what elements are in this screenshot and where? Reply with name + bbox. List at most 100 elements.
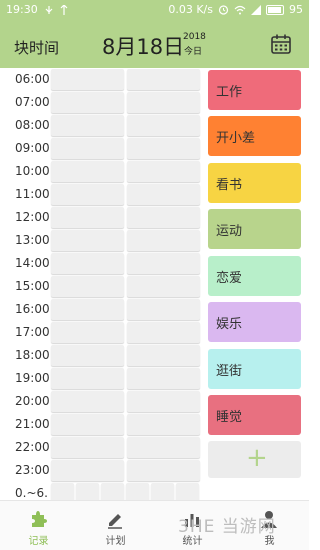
calendar-icon[interactable] [270,33,292,55]
category-label: 恋爱 [216,271,243,286]
time-slot[interactable] [51,345,124,366]
time-slot[interactable] [127,437,200,458]
category-label: 开小差 [216,131,256,146]
hour-label: 11:00 [15,187,50,201]
category-reading[interactable]: 看书 [208,163,301,203]
hour-label: 22:00 [15,440,50,454]
signal-icon [251,4,261,15]
current-year: 2018 [183,32,206,42]
time-slot[interactable] [51,299,124,320]
time-grid: 06:00 07:00 08:00 09:00 10:00 11:00 12:0… [0,68,205,504]
time-slot[interactable] [51,184,124,205]
time-slot[interactable] [127,230,200,251]
hour-row: 11:00 [0,183,205,206]
time-slot[interactable] [51,207,124,228]
hour-label: 0.~6. [15,486,48,500]
pencil-icon [108,514,122,529]
time-slot[interactable] [51,230,124,251]
category-label: 睡觉 [216,410,243,425]
time-slot[interactable] [127,138,200,159]
time-slot[interactable] [127,460,200,481]
time-slot[interactable] [51,391,124,412]
hour-label: 16:00 [15,302,50,316]
hour-row: 17:00 [0,321,205,344]
battery-level: 95 [289,3,303,16]
hour-row: 14:00 [0,252,205,275]
status-left: 19:30 [6,3,68,16]
time-slot[interactable] [127,368,200,389]
plus-icon: + [246,443,268,473]
category-sleep[interactable]: 睡觉 [208,395,301,435]
hour-row: 23:00 [0,459,205,482]
hour-row: 12:00 [0,206,205,229]
category-slacking[interactable]: 开小差 [208,116,301,156]
hour-label: 15:00 [15,279,50,293]
hour-label: 09:00 [15,141,50,155]
app-header: 块时间 8月18日 2018 今日 [0,22,309,68]
add-category-button[interactable]: + [208,441,301,478]
hour-row: 07:00 [0,91,205,114]
time-slot[interactable] [51,69,124,90]
hour-label: 21:00 [15,417,50,431]
puzzle-icon [32,511,47,527]
time-slot[interactable] [51,437,124,458]
nav-label: 计划 [105,536,126,547]
time-slot[interactable] [51,322,124,343]
nav-plan[interactable]: 计划 [77,501,154,550]
category-label: 工作 [216,85,243,100]
watermark-logo: 3HE 当游网 [178,517,276,537]
network-speed: 0.03 K/s [168,3,213,16]
category-shopping[interactable]: 逛街 [208,349,301,389]
hour-label: 12:00 [15,210,50,224]
time-slot[interactable] [127,322,200,343]
hour-row: 09:00 [0,137,205,160]
hour-label: 07:00 [15,95,50,109]
time-slot[interactable] [51,276,124,297]
wifi-icon [234,5,246,14]
category-entertainment[interactable]: 娱乐 [208,302,301,342]
hour-label: 13:00 [15,233,50,247]
time-slot[interactable] [127,299,200,320]
hour-row: 10:00 [0,160,205,183]
app-title: 块时间 [14,39,60,57]
time-slot[interactable] [127,391,200,412]
time-slot[interactable] [127,276,200,297]
hour-label: 06:00 [15,72,50,86]
time-slot[interactable] [127,345,200,366]
time-slot[interactable] [127,207,200,228]
hour-row: 16:00 [0,298,205,321]
time-slot[interactable] [51,368,124,389]
category-exercise[interactable]: 运动 [208,209,301,249]
time-slot[interactable] [51,253,124,274]
hour-row: 19:00 [0,367,205,390]
time-slot[interactable] [51,161,124,182]
hour-label: 23:00 [15,463,50,477]
hour-row: 21:00 [0,413,205,436]
category-label: 运动 [216,224,243,239]
time-slot[interactable] [127,115,200,136]
time-slot[interactable] [127,253,200,274]
time-slot[interactable] [51,115,124,136]
current-date[interactable]: 8月18日 [102,31,184,61]
battery-icon [266,4,284,15]
time-slot[interactable] [51,138,124,159]
category-work[interactable]: 工作 [208,70,301,110]
time-slot[interactable] [51,414,124,435]
category-romance[interactable]: 恋爱 [208,256,301,296]
nav-record[interactable]: 记录 [0,501,77,550]
time-slot[interactable] [127,414,200,435]
time-slot[interactable] [127,69,200,90]
status-right: 0.03 K/s 95 [168,3,303,16]
hour-row: 15:00 [0,275,205,298]
hour-label: 19:00 [15,371,50,385]
category-label: 逛街 [216,364,243,379]
time-slot[interactable] [127,161,200,182]
time-slot[interactable] [51,460,124,481]
time-slot[interactable] [51,92,124,113]
time-slot[interactable] [127,92,200,113]
nav-label: 记录 [28,536,49,547]
hour-label: 17:00 [15,325,50,339]
time-slot[interactable] [127,184,200,205]
hour-label: 14:00 [15,256,50,270]
hour-label: 08:00 [15,118,50,132]
